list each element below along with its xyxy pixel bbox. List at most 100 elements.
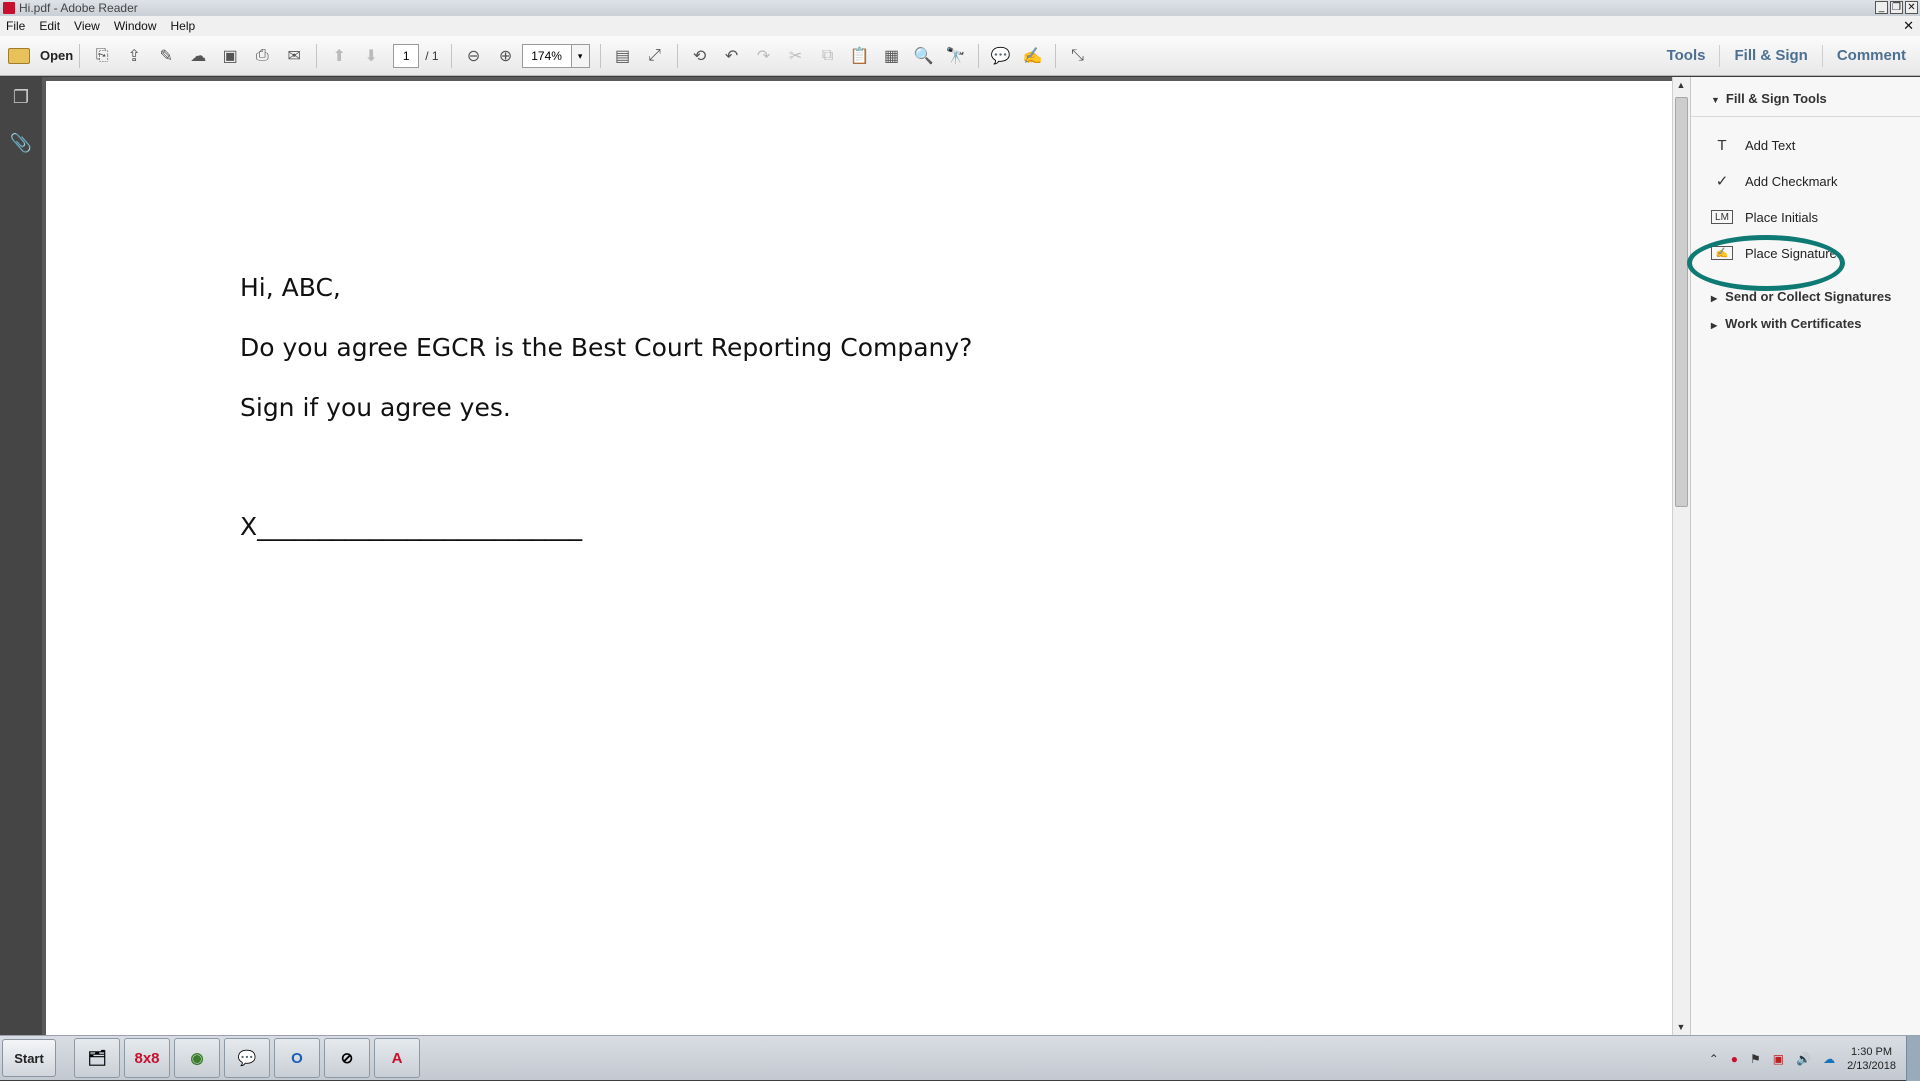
- zoom-level-input[interactable]: 174%: [521, 43, 572, 68]
- cloud-upload-icon[interactable]: ☁: [185, 43, 211, 69]
- highlight-icon[interactable]: ✍: [1020, 43, 1046, 69]
- comment-icon[interactable]: 💬: [988, 43, 1014, 69]
- snapshot-icon[interactable]: ▦: [879, 43, 905, 69]
- zoom-out-icon[interactable]: ⊖: [461, 43, 487, 69]
- title-bar: Hi.pdf - Adobe Reader _ ❐ ✕: [0, 0, 1920, 16]
- vertical-scrollbar[interactable]: ▲ ▼: [1672, 77, 1690, 1035]
- toolbar-separator: [316, 43, 318, 68]
- scroll-up-icon[interactable]: ▲: [1673, 77, 1689, 93]
- cut-icon[interactable]: ✂: [783, 43, 809, 69]
- redo-icon[interactable]: ↷: [751, 43, 777, 69]
- page-thumbnails-icon[interactable]: ❐: [9, 87, 33, 113]
- tab-fill-sign[interactable]: Fill & Sign: [1719, 45, 1821, 67]
- menu-help[interactable]: Help: [165, 19, 204, 33]
- taskbar-chrome-icon[interactable]: ◉: [174, 1038, 220, 1078]
- toolbar-separator: [599, 43, 601, 68]
- paste-icon[interactable]: 📋: [847, 43, 873, 69]
- collapsed-triangle-icon: ▶: [1711, 321, 1718, 330]
- place-initials-label: Place Initials: [1745, 209, 1818, 225]
- restore-button[interactable]: ❐: [1890, 1, 1903, 14]
- expand-icon[interactable]: ⤡: [1065, 43, 1091, 69]
- fill-sign-pane: ▼ Fill & Sign Tools T Add Text ✓ Add Chec…: [1687, 77, 1920, 1035]
- tab-tools[interactable]: Tools: [1653, 45, 1720, 67]
- create-pdf-icon[interactable]: ⎘: [89, 43, 115, 69]
- page-number-input[interactable]: 1: [393, 43, 420, 68]
- question-line: Do you agree EGCR is the Best Court Repo…: [240, 333, 973, 362]
- menu-view[interactable]: View: [68, 19, 108, 33]
- expanded-triangle-icon: ▼: [1711, 95, 1720, 105]
- zoom-in-icon[interactable]: ⊕: [493, 43, 519, 69]
- taskbar-8x8-icon[interactable]: 8x8: [124, 1038, 170, 1078]
- start-button[interactable]: Start: [2, 1039, 56, 1077]
- undo-icon[interactable]: ↶: [719, 43, 745, 69]
- fit-width-icon[interactable]: ⤢: [642, 43, 668, 69]
- place-initials-button[interactable]: LM Place Initials: [1711, 199, 1920, 235]
- menu-bar: File Edit View Window Help ✕: [0, 16, 1920, 36]
- previous-page-icon[interactable]: ⬆: [326, 43, 352, 69]
- tray-cloud-icon[interactable]: ☁: [1823, 1052, 1835, 1066]
- taskbar-app-icon[interactable]: ⊘: [324, 1038, 370, 1078]
- scroll-down-icon[interactable]: ▼: [1673, 1019, 1689, 1035]
- instruction-line: Sign if you agree yes.: [240, 393, 511, 422]
- certificates-label: Work with Certificates: [1725, 316, 1862, 331]
- attachments-icon[interactable]: 📎: [9, 133, 33, 159]
- minimize-button[interactable]: _: [1875, 1, 1888, 14]
- next-page-icon[interactable]: ⬇: [358, 43, 384, 69]
- send-collect-label: Send or Collect Signatures: [1725, 289, 1892, 304]
- close-button[interactable]: ✕: [1905, 1, 1918, 14]
- text-icon: T: [1717, 136, 1727, 154]
- toolbar-separator: [450, 43, 452, 68]
- taskbar-explorer-icon[interactable]: 🗂: [74, 1038, 120, 1078]
- add-checkmark-button[interactable]: ✓ Add Checkmark: [1711, 163, 1920, 199]
- menu-edit[interactable]: Edit: [33, 19, 68, 33]
- menu-window[interactable]: Window: [108, 19, 165, 33]
- tray-flag-icon[interactable]: ⚑: [1750, 1052, 1761, 1066]
- advanced-search-icon[interactable]: 🔭: [943, 43, 969, 69]
- pdf-page[interactable]: Hi, ABC, Do you agree EGCR is the Best C…: [46, 81, 1672, 1035]
- close-document-button[interactable]: ✕: [1903, 18, 1914, 34]
- save-icon[interactable]: ▣: [217, 43, 243, 69]
- clock[interactable]: 1:30 PM 2/13/2018: [1847, 1045, 1896, 1073]
- zoom-dropdown-icon[interactable]: ▾: [571, 43, 590, 68]
- tray-volume-icon[interactable]: 🔊: [1796, 1052, 1811, 1066]
- email-icon[interactable]: ✉: [281, 43, 307, 69]
- tray-network-icon[interactable]: ▣: [1773, 1052, 1784, 1066]
- toolbar-separator: [676, 43, 678, 68]
- copy-icon[interactable]: ⧉: [815, 43, 841, 69]
- menu-file[interactable]: File: [0, 19, 33, 33]
- add-text-button[interactable]: T Add Text: [1711, 127, 1920, 163]
- add-text-label: Add Text: [1745, 137, 1796, 153]
- export-pdf-icon[interactable]: ⇪: [121, 43, 147, 69]
- open-button-label: Open: [40, 48, 74, 63]
- page-total: / 1: [425, 48, 439, 63]
- edit-pdf-icon[interactable]: ✎: [153, 43, 179, 69]
- add-checkmark-label: Add Checkmark: [1745, 173, 1838, 189]
- window-title: Hi.pdf - Adobe Reader: [19, 1, 138, 15]
- show-desktop-button[interactable]: [1906, 1036, 1920, 1081]
- initials-icon: LM: [1711, 210, 1733, 224]
- greeting-line: Hi, ABC,: [240, 273, 341, 302]
- signature-line[interactable]: X__________________________: [240, 512, 582, 541]
- search-icon[interactable]: 🔍: [911, 43, 937, 69]
- print-icon[interactable]: ⎙: [249, 43, 275, 69]
- tab-comment[interactable]: Comment: [1821, 45, 1920, 67]
- fill-sign-tools-header[interactable]: ▼ Fill & Sign Tools: [1711, 91, 1920, 106]
- toolbar: Open ⎘ ⇪ ✎ ☁ ▣ ⎙ ✉ ⬆ ⬇ 1 / 1 ⊖ ⊕ 174% ▾ …: [0, 36, 1920, 76]
- work-with-certificates-section[interactable]: ▶ Work with Certificates: [1711, 310, 1920, 337]
- tray-adobe-icon[interactable]: ●: [1731, 1052, 1738, 1066]
- navigation-pane: ❐ 📎: [0, 77, 42, 1035]
- tray-expand-icon[interactable]: ⌃: [1709, 1052, 1719, 1066]
- highlight-circle: [1687, 235, 1845, 291]
- task-pane-tabs: Tools Fill & Sign Comment: [1653, 36, 1920, 76]
- taskbar-outlook-icon[interactable]: O: [274, 1038, 320, 1078]
- toolbar-separator: [79, 43, 81, 68]
- taskbar-acrobat-icon[interactable]: A: [374, 1038, 420, 1078]
- fit-page-icon[interactable]: ▤: [610, 43, 636, 69]
- clock-date: 2/13/2018: [1847, 1059, 1896, 1072]
- start-label: Start: [14, 1050, 44, 1066]
- scroll-thumb[interactable]: [1675, 97, 1688, 507]
- toolbar-separator: [1054, 43, 1056, 68]
- taskbar-chat-icon[interactable]: 💬: [224, 1038, 270, 1078]
- rotate-icon[interactable]: ⟲: [687, 43, 713, 69]
- open-button[interactable]: Open: [8, 47, 74, 64]
